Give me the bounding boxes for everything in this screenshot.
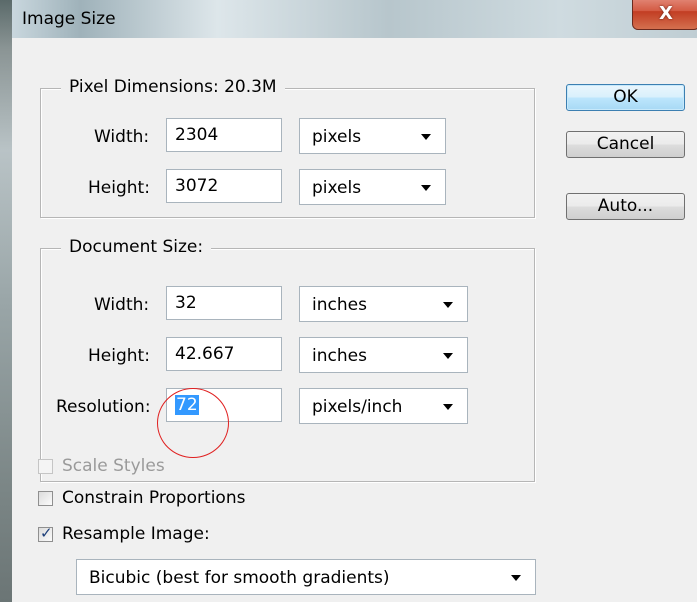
chevron-down-icon — [443, 353, 453, 359]
title-bar[interactable]: Image Size X — [12, 0, 697, 38]
resample-method-select[interactable]: Bicubic (best for smooth gradients) — [76, 559, 536, 595]
annotation-circle — [157, 388, 229, 458]
resample-image-label: Resample Image: — [62, 524, 210, 544]
pixel-width-unit-select[interactable]: pixels — [299, 118, 446, 154]
doc-height-unit-select[interactable]: inches — [299, 337, 468, 373]
doc-width-label: Width: — [94, 295, 150, 315]
background-edge — [0, 0, 12, 602]
pixel-width-label: Width: — [94, 127, 150, 147]
chevron-down-icon — [421, 134, 431, 140]
auto-button[interactable]: Auto... — [566, 193, 685, 220]
resample-image-checkbox[interactable]: ✓ — [38, 524, 53, 542]
pixel-width-unit-value: pixels — [312, 127, 362, 147]
resample-method-value: Bicubic (best for smooth gradients) — [89, 568, 390, 588]
ok-button[interactable]: OK — [566, 84, 685, 111]
resolution-unit-value: pixels/inch — [312, 397, 403, 417]
pixel-height-unit-select[interactable]: pixels — [299, 169, 446, 205]
constrain-proportions-checkbox[interactable] — [38, 491, 53, 506]
pixel-dimensions-legend: Pixel Dimensions: 20.3M — [61, 77, 285, 97]
close-button[interactable]: X — [632, 0, 697, 30]
document-size-legend: Document Size: — [61, 237, 212, 257]
image-size-dialog: Image Size X Pixel Dimensions: 20.3M Wid… — [0, 0, 697, 602]
dialog-title: Image Size — [22, 9, 116, 29]
dialog-body: Pixel Dimensions: 20.3M Width: 2304 pixe… — [12, 38, 697, 602]
chevron-down-icon — [443, 404, 453, 410]
scale-styles-checkbox[interactable] — [38, 459, 53, 474]
resolution-label: Resolution: — [56, 397, 151, 417]
pixel-height-input[interactable]: 3072 — [166, 169, 282, 203]
chevron-down-icon — [443, 302, 453, 308]
doc-height-input[interactable]: 42.667 — [166, 337, 282, 371]
pixel-width-input[interactable]: 2304 — [166, 118, 282, 152]
scale-styles-label: Scale Styles — [62, 456, 165, 476]
pixel-dimensions-group: Pixel Dimensions: 20.3M — [40, 77, 535, 218]
chevron-down-icon — [511, 575, 521, 581]
doc-height-unit-value: inches — [312, 346, 367, 366]
cancel-button[interactable]: Cancel — [566, 131, 685, 158]
doc-height-label: Height: — [88, 346, 150, 366]
checkmark-icon: ✓ — [40, 524, 53, 542]
pixel-height-unit-value: pixels — [312, 178, 362, 198]
chevron-down-icon — [421, 185, 431, 191]
doc-width-input[interactable]: 32 — [166, 286, 282, 320]
doc-width-unit-select[interactable]: inches — [299, 286, 468, 322]
constrain-proportions-label: Constrain Proportions — [62, 488, 246, 508]
resolution-unit-select[interactable]: pixels/inch — [299, 388, 468, 424]
doc-width-unit-value: inches — [312, 295, 367, 315]
pixel-height-label: Height: — [88, 178, 150, 198]
close-icon: X — [659, 3, 673, 24]
